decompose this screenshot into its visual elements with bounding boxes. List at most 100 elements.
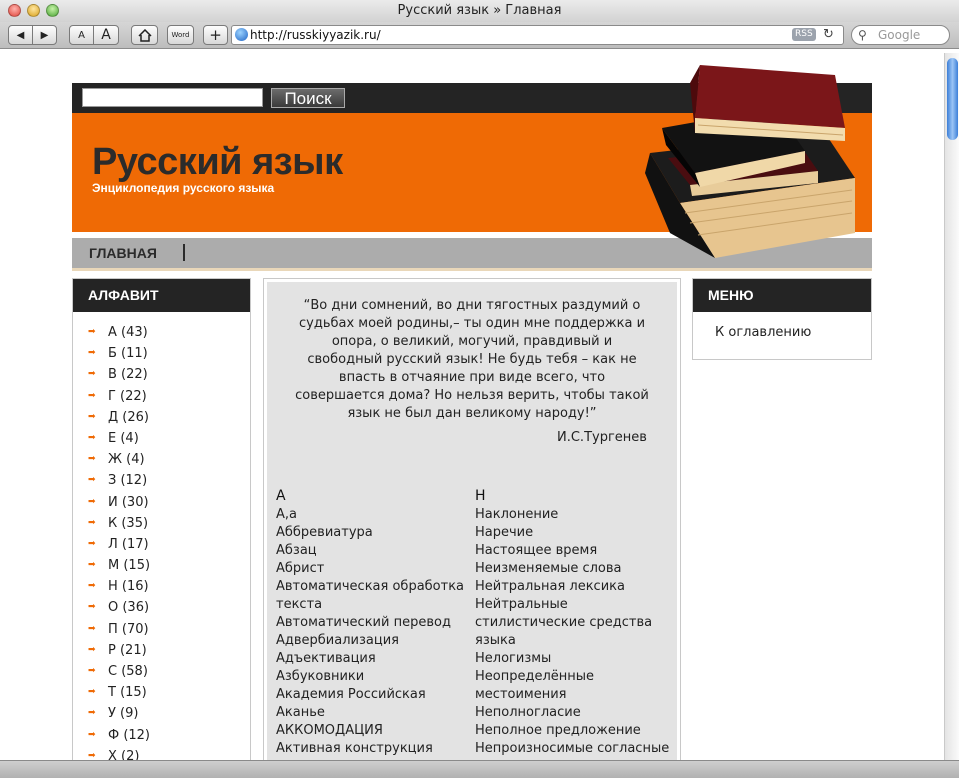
term-link[interactable]: Наклонение	[475, 506, 670, 524]
term-link[interactable]: Нелогизмы	[475, 650, 670, 668]
alphabet-item[interactable]: ➡ Е (4)	[88, 428, 250, 449]
alphabet-item[interactable]: ➡ Т (15)	[88, 682, 250, 703]
alphabet-item[interactable]: ➡ Ф (12)	[88, 725, 250, 746]
alphabet-item[interactable]: ➡ П (70)	[88, 619, 250, 640]
vertical-scrollbar[interactable]	[944, 53, 959, 760]
term-link[interactable]: Непроизносимые согласные	[475, 740, 670, 758]
rss-button[interactable]: RSS	[792, 28, 816, 41]
alphabet-item[interactable]: ➡ Н (16)	[88, 576, 250, 597]
alphabet-item[interactable]: ➡ С (58)	[88, 661, 250, 682]
add-bookmark-button[interactable]: +	[203, 25, 228, 45]
quote-line: впасть в отчаяние при виде всего, что	[338, 370, 606, 385]
nav-divider	[183, 244, 185, 261]
alphabet-item[interactable]: ➡ Д (26)	[88, 407, 250, 428]
window-controls	[8, 4, 59, 17]
alphabet-item[interactable]: ➡ К (35)	[88, 513, 250, 534]
alphabet-item-label: Ж (4)	[108, 452, 145, 468]
term-link[interactable]: стилистические средства	[475, 614, 670, 632]
nav-item-home[interactable]: ГЛАВНАЯ	[89, 245, 157, 261]
alphabet-item[interactable]: ➡ Х (2)	[88, 746, 250, 760]
term-link[interactable]: Автоматический перевод	[276, 614, 471, 632]
term-link[interactable]: Нейтральная лексика	[475, 578, 670, 596]
back-button[interactable]: ◀	[8, 25, 33, 45]
orange-arrow-icon: ➡	[88, 369, 96, 380]
term-link[interactable]: Нейтральные	[475, 596, 670, 614]
site-search-input[interactable]	[82, 88, 263, 107]
term-link[interactable]: Неизменяемые слова	[475, 560, 670, 578]
alphabet-item-label: Д (26)	[108, 409, 149, 425]
term-link[interactable]: Азбуковники	[276, 668, 471, 686]
close-window-button[interactable]	[8, 4, 21, 17]
alphabet-item[interactable]: ➡ Р (21)	[88, 640, 250, 661]
term-link[interactable]: текста	[276, 596, 471, 614]
alphabet-item[interactable]: ➡ И (30)	[88, 492, 250, 513]
alphabet-item-label: Н (16)	[108, 579, 149, 595]
term-link[interactable]: Автоматическая обработка	[276, 578, 471, 596]
reload-icon[interactable]: ↻	[823, 27, 834, 42]
term-link[interactable]: Неопределённые	[475, 668, 670, 686]
term-link[interactable]: Активная конструкция	[276, 740, 471, 758]
term-link[interactable]: Аббревиатура	[276, 524, 471, 542]
window-titlebar: Русский язык » Главная	[0, 0, 959, 22]
forward-arrow-icon: ▶	[40, 29, 49, 41]
alphabet-item[interactable]: ➡ М (15)	[88, 555, 250, 576]
alphabet-sidebar: АЛФАВИТ ➡ А (43) ➡ Б (11) ➡ В (22) ➡ Г (22) …	[72, 278, 251, 760]
status-bar	[0, 760, 959, 778]
alphabet-item[interactable]: ➡ В (22)	[88, 364, 250, 385]
term-link[interactable]: Наречие	[475, 524, 670, 542]
term-link[interactable]: Академия Российская	[276, 686, 471, 704]
alphabet-item[interactable]: ➡ Г (22)	[88, 386, 250, 407]
alphabet-item[interactable]: ➡ Б (11)	[88, 343, 250, 364]
alphabet-sidebar-title: АЛФАВИТ	[73, 279, 250, 312]
books-illustration	[645, 65, 855, 258]
alphabet-item-label: Ф (12)	[108, 727, 151, 743]
window-title: Русский язык » Главная	[397, 3, 562, 18]
address-text: http://russkiyyazik.ru/	[250, 28, 381, 42]
column-letter: Н	[475, 488, 486, 504]
alphabet-item[interactable]: ➡ О (36)	[88, 597, 250, 618]
quote-line: судьбах моей родины,– ты один мне поддер…	[298, 316, 646, 331]
main-content: “Во дни сомнений, во дни тягостных разду…	[263, 278, 681, 760]
alphabet-list: ➡ А (43) ➡ Б (11) ➡ В (22) ➡ Г (22) ➡ Д (26) …	[73, 312, 250, 760]
term-link[interactable]: Адъективация	[276, 650, 471, 668]
alphabet-item[interactable]: ➡ Ж (4)	[88, 449, 250, 470]
term-link[interactable]: языка	[475, 632, 670, 650]
web-page: Поиск Русский язык Энциклопедия русского…	[0, 53, 944, 760]
text-smaller-button[interactable]: A	[69, 25, 94, 45]
address-bar[interactable]: http://russkiyyazik.ru/	[231, 25, 844, 45]
word-button[interactable]: Word	[167, 25, 194, 45]
text-larger-button[interactable]: A	[93, 25, 119, 45]
term-link[interactable]: Абрист	[276, 560, 471, 578]
term-link[interactable]: Неполное предложение	[475, 722, 670, 740]
term-link[interactable]: Адвербиализация	[276, 632, 471, 650]
alphabet-item[interactable]: ➡ А (43)	[88, 322, 250, 343]
scrollbar-thumb[interactable]	[947, 58, 958, 140]
term-link[interactable]: А,а	[276, 506, 471, 524]
orange-arrow-icon: ➡	[88, 581, 96, 592]
alphabet-item[interactable]: ➡ У (9)	[88, 703, 250, 724]
menu-item-contents[interactable]: К оглавлению	[715, 325, 811, 340]
alphabet-item-label: Г (22)	[108, 388, 147, 404]
alphabet-item-label: О (36)	[108, 600, 150, 616]
minimize-window-button[interactable]	[27, 4, 40, 17]
alphabet-item[interactable]: ➡ Л (17)	[88, 534, 250, 555]
alphabet-item[interactable]: ➡ З (12)	[88, 470, 250, 491]
site-title[interactable]: Русский язык	[92, 141, 343, 184]
word-label: Word	[171, 31, 190, 39]
home-button[interactable]	[131, 25, 158, 45]
term-link[interactable]: Неполногласие	[475, 704, 670, 722]
alphabet-item-label: И (30)	[108, 494, 149, 510]
term-link[interactable]: Настоящее время	[475, 542, 670, 560]
orange-arrow-icon: ➡	[88, 475, 96, 486]
alphabet-item-label: А (43)	[108, 325, 148, 340]
alphabet-item-label: К (35)	[108, 515, 149, 531]
forward-button[interactable]: ▶	[32, 25, 57, 45]
term-link[interactable]: местоимения	[475, 686, 670, 704]
quote-author: И.С.Тургенев	[557, 430, 647, 445]
browser-search-field[interactable]: ⚲ Google	[851, 25, 950, 45]
zoom-window-button[interactable]	[46, 4, 59, 17]
term-link[interactable]: Аканье	[276, 704, 471, 722]
term-link[interactable]: АККОМОДАЦИЯ	[276, 722, 471, 740]
term-link[interactable]: Абзац	[276, 542, 471, 560]
site-search-button[interactable]: Поиск	[271, 88, 345, 108]
